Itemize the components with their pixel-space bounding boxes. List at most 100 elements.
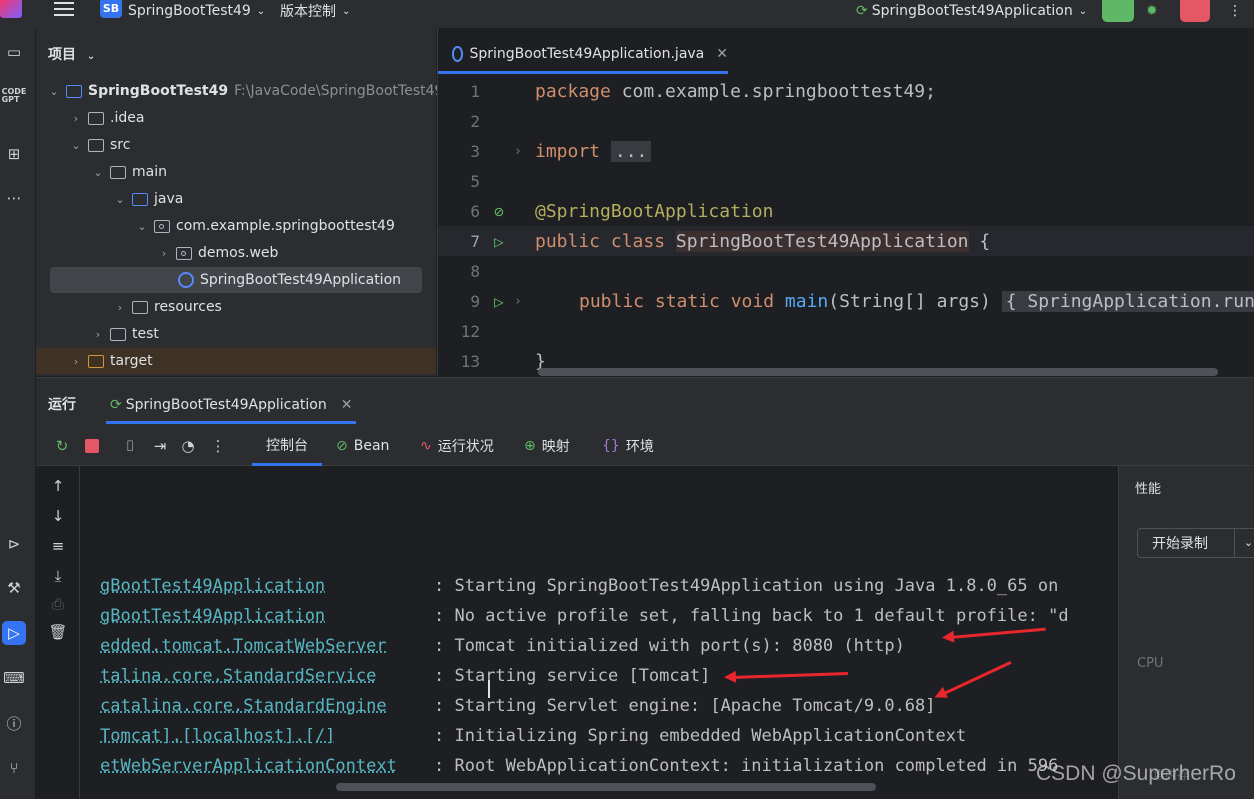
chevron-right-icon[interactable]: › (112, 301, 128, 314)
code-line[interactable]: 3 › import ... (438, 136, 1254, 166)
fold-expand-icon[interactable]: › (514, 294, 522, 309)
structure-icon[interactable]: ⊞ (2, 142, 26, 166)
soft-wrap-icon[interactable]: ≡ (48, 536, 68, 556)
log-line: catalina.core.StandardEngine: Starting S… (100, 696, 936, 726)
line-number: 7 (470, 231, 480, 251)
code-line-current[interactable]: 7 ▷ public class SpringBootTest49Applica… (438, 226, 1254, 256)
project-switcher[interactable]: SpringBootTest49 ⌄ (128, 0, 265, 22)
tab-environment[interactable]: {} 环境 (602, 426, 654, 466)
rerun-button[interactable] (1102, 0, 1134, 22)
git-icon[interactable]: ⑂ (2, 756, 26, 780)
resources-folder-icon (132, 300, 148, 314)
terminal-icon[interactable]: ⌨ (2, 666, 26, 690)
editor-tab[interactable]: SpringBootTest49Application.java ✕ (438, 36, 728, 74)
log-logger[interactable]: gBootTest49Application (100, 576, 434, 606)
folded-method-body[interactable]: { SpringApplication.run (1001, 290, 1254, 312)
chevron-right-icon[interactable]: › (156, 247, 172, 260)
code-line[interactable]: 9 ▷ › public static void main(String[] a… (438, 286, 1254, 316)
project-panel-header[interactable]: 项目 ⌄ (48, 44, 95, 64)
problems-icon[interactable]: ⓘ (2, 711, 26, 735)
project-tool-icon[interactable]: ▭ (2, 40, 26, 64)
services-icon[interactable]: ⊳ (2, 532, 26, 556)
fold-expand-icon[interactable]: › (514, 144, 522, 159)
tree-item-label: target (110, 353, 153, 369)
run-tool-icon[interactable]: ▷ (2, 621, 26, 645)
tree-item-target[interactable]: › target (36, 348, 436, 374)
code-line[interactable]: 5 (438, 166, 1254, 196)
code-line[interactable]: 2 (438, 106, 1254, 136)
trash-icon[interactable]: 🗑 (48, 622, 68, 642)
code-line[interactable]: 8 (438, 256, 1254, 286)
project-panel-title: 项目 (48, 47, 76, 63)
more-tools-icon[interactable]: ⋯ (2, 186, 26, 210)
arrow-down-icon[interactable]: ↓ (48, 506, 68, 526)
run-gutter-icon[interactable]: ▷ (486, 232, 512, 251)
arrow-up-icon[interactable]: ↑ (48, 476, 68, 496)
folded-imports[interactable]: ... (610, 140, 652, 162)
code-line[interactable]: 1 package com.example.springboottest49; (438, 76, 1254, 106)
log-logger[interactable]: catalina.core.StandardEngine (100, 696, 434, 726)
chevron-right-icon[interactable]: › (90, 328, 106, 341)
tab-mappings[interactable]: ⊕ 映射 (524, 426, 570, 466)
tree-item-application-class[interactable]: SpringBootTest49Application (50, 267, 422, 293)
tree-item-root[interactable]: ⌄ SpringBootTest49 F:\JavaCode\SpringBoo… (46, 78, 443, 104)
tab-health[interactable]: ∿ 运行状况 (420, 426, 494, 466)
chevron-down-icon[interactable]: ⌄ (112, 193, 128, 206)
tab-bean[interactable]: ⊘ Bean (336, 426, 389, 466)
log-logger[interactable]: gBootTest49Application (100, 606, 434, 636)
console-output[interactable]: gBootTest49Application: Starting SpringB… (82, 466, 1118, 799)
tree-item-java[interactable]: ⌄ java (112, 186, 183, 212)
log-logger[interactable]: edded.tomcat.TomcatWebServer (100, 636, 434, 666)
code-line[interactable]: 12 (438, 316, 1254, 346)
gauge-icon[interactable]: ◔ (178, 436, 198, 456)
log-logger[interactable]: talina.core.StandardService (100, 666, 434, 696)
tree-item-resources[interactable]: › resources (112, 294, 222, 320)
stop-icon[interactable] (82, 436, 102, 456)
tree-item-main[interactable]: ⌄ main (90, 159, 167, 185)
tab-console[interactable]: 控制台 (252, 426, 322, 466)
line-number: 12 (460, 321, 480, 341)
app-logo-icon[interactable] (0, 0, 22, 18)
run-tab[interactable]: ⟳ SpringBootTest49Application ✕ (106, 388, 357, 424)
code-line[interactable]: 6 ⊘ @SpringBootApplication (438, 196, 1254, 226)
chevron-right-icon[interactable]: › (68, 355, 84, 368)
scroll-to-end-icon[interactable]: ⤓ (48, 566, 68, 586)
camera-icon[interactable]: ⌷ (120, 436, 140, 456)
spring-bean-gutter-icon[interactable]: ⊘ (486, 202, 512, 221)
tree-item-demos-web[interactable]: › demos.web (156, 240, 279, 266)
tree-item-package[interactable]: ⌄ com.example.springboottest49 (134, 213, 394, 239)
tree-item-idea[interactable]: › .idea (68, 105, 145, 131)
editor-horizontal-scrollbar[interactable] (538, 368, 1218, 376)
chevron-down-icon[interactable]: ⌄ (46, 85, 62, 98)
log-logger[interactable]: etWebServerApplicationContext (100, 756, 434, 786)
tree-item-label: resources (154, 299, 222, 315)
log-logger[interactable]: Tomcat].[localhost].[/] (100, 726, 434, 756)
vcs-menu-label: 版本控制 (280, 4, 336, 20)
debug-icon[interactable]: ✹ (1146, 0, 1158, 22)
stop-button[interactable] (1180, 0, 1210, 22)
console-horizontal-scrollbar[interactable] (336, 783, 876, 791)
run-config-selector[interactable]: ⟳ SpringBootTest49Application ⌄ (856, 0, 1087, 22)
tree-item-test[interactable]: › test (90, 321, 159, 347)
tree-item-src[interactable]: ⌄ src (68, 132, 130, 158)
print-icon[interactable]: ⎙ (48, 594, 68, 614)
main-menu-icon[interactable] (54, 2, 74, 16)
run-gutter-icon[interactable]: ▷ (486, 292, 512, 311)
build-icon[interactable]: ⚒ (2, 576, 26, 600)
rerun-icon[interactable]: ↻ (52, 436, 72, 456)
vcs-menu[interactable]: 版本控制 ⌄ (280, 0, 350, 22)
close-icon[interactable]: ✕ (716, 46, 728, 62)
log-line: Tomcat].[localhost].[/]: Initializing Sp… (100, 726, 966, 756)
chevron-down-icon[interactable]: ⌄ (90, 166, 106, 179)
start-recording-button[interactable]: 开始录制 ⌄ (1137, 528, 1254, 558)
more-options-icon[interactable]: ⋮ (1228, 0, 1242, 22)
close-icon[interactable]: ✕ (341, 397, 353, 413)
chevron-down-icon[interactable]: ⌄ (68, 139, 84, 152)
restore-layout-icon[interactable]: ⇥ (150, 436, 170, 456)
chevron-down-icon[interactable]: ⌄ (134, 220, 150, 233)
chevron-down-icon[interactable]: ⌄ (1234, 529, 1254, 557)
project-badge-icon: SB (100, 0, 122, 18)
chevron-right-icon[interactable]: › (68, 112, 84, 125)
codegpt-icon[interactable]: CODE GPT (2, 84, 27, 108)
more-options-icon[interactable]: ⋮ (208, 436, 228, 456)
